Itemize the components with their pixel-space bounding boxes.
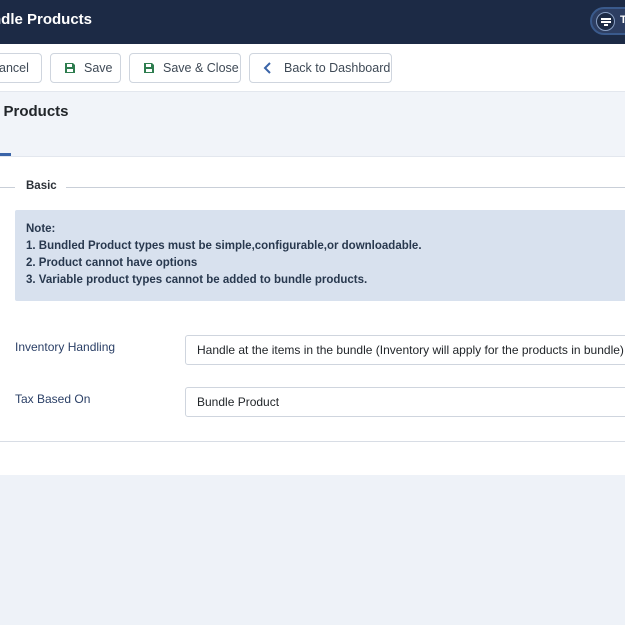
save-button[interactable]: Save: [50, 53, 121, 83]
note-box: Note: 1. Bundled Product types must be s…: [15, 210, 625, 301]
page-title: e Products: [0, 103, 69, 120]
inventory-handling-label: Inventory Handling: [15, 340, 116, 354]
user-menu-icon: [596, 12, 615, 31]
tax-based-on-value: Bundle Product: [197, 395, 280, 409]
form-footer: [0, 442, 625, 475]
tax-based-on-select[interactable]: Bundle Product: [185, 387, 625, 417]
note-line: 2. Product cannot have options: [26, 257, 198, 269]
inventory-handling-select[interactable]: Handle at the items in the bundle (Inven…: [185, 335, 625, 365]
save-label: Save: [84, 61, 113, 75]
back-label: Back to Dashboard: [284, 61, 391, 75]
note-line: 1. Bundled Product types must be simple,…: [26, 240, 422, 252]
tax-based-on-label: Tax Based On: [15, 392, 91, 406]
note-heading: Note:: [26, 223, 56, 235]
user-menu-button[interactable]: T: [590, 7, 625, 35]
user-initial: T: [620, 14, 625, 26]
cancel-button[interactable]: ancel: [0, 53, 42, 83]
back-to-dashboard-button[interactable]: Back to Dashboard: [249, 53, 392, 83]
chevron-left-icon: [263, 62, 271, 74]
cancel-label: ancel: [0, 61, 29, 75]
floppy-disk-icon: [144, 63, 154, 73]
fieldset-divider: [66, 187, 625, 188]
save-close-button[interactable]: Save & Close: [129, 53, 241, 83]
fieldset-legend: Basic: [26, 180, 57, 192]
fieldset-divider: [0, 187, 15, 188]
header-title: ndle Products: [0, 11, 93, 28]
app-header: ndle Products T: [0, 0, 625, 44]
toolbar: ancel Save Save & Close Back to Dashboar…: [0, 44, 625, 92]
page-heading: e Products: [0, 92, 625, 156]
floppy-disk-icon: [65, 63, 75, 73]
form-panel: Basic Note: 1. Bundled Product types mus…: [0, 156, 625, 442]
inventory-handling-value: Handle at the items in the bundle (Inven…: [197, 343, 624, 357]
note-line: 3. Variable product types cannot be adde…: [26, 274, 368, 286]
save-close-label: Save & Close: [163, 61, 239, 75]
